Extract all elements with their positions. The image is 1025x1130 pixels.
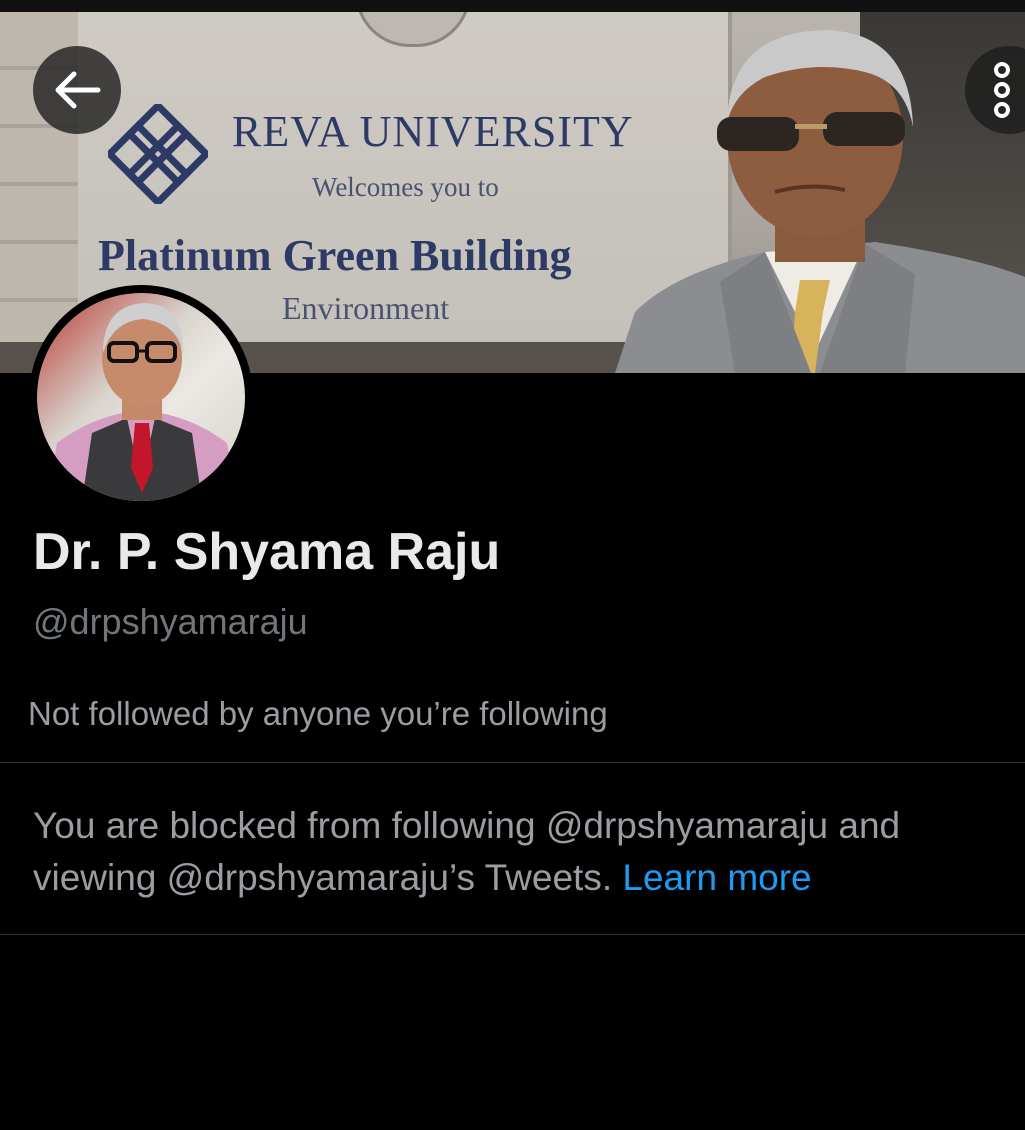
banner-sign-building: Platinum Green Building bbox=[98, 231, 572, 280]
arrow-left-icon bbox=[55, 71, 101, 109]
status-strip bbox=[0, 0, 1025, 12]
profile-display-name: Dr. P. Shyama Raju bbox=[33, 523, 501, 581]
learn-more-link[interactable]: Learn more bbox=[622, 857, 811, 898]
more-vertical-icon bbox=[994, 62, 1010, 118]
avatar[interactable] bbox=[29, 285, 253, 509]
avatar-portrait bbox=[47, 303, 237, 501]
banner-person-figure bbox=[615, 30, 1025, 373]
blocked-notice: You are blocked from following @drpshyam… bbox=[33, 800, 993, 904]
divider bbox=[0, 762, 1025, 763]
banner-sign-title: REVA UNIVERSITY bbox=[232, 107, 634, 156]
divider bbox=[0, 934, 1025, 935]
followers-you-know-note: Not followed by anyone you’re following bbox=[28, 695, 608, 732]
back-button[interactable] bbox=[33, 46, 121, 134]
profile-handle: @drpshyamaraju bbox=[33, 601, 308, 642]
banner-sign-subtitle: Welcomes you to bbox=[312, 172, 499, 202]
avatar-image bbox=[37, 293, 245, 501]
reva-logo-icon bbox=[108, 104, 208, 204]
banner-sign-environment: Environment bbox=[282, 290, 450, 326]
